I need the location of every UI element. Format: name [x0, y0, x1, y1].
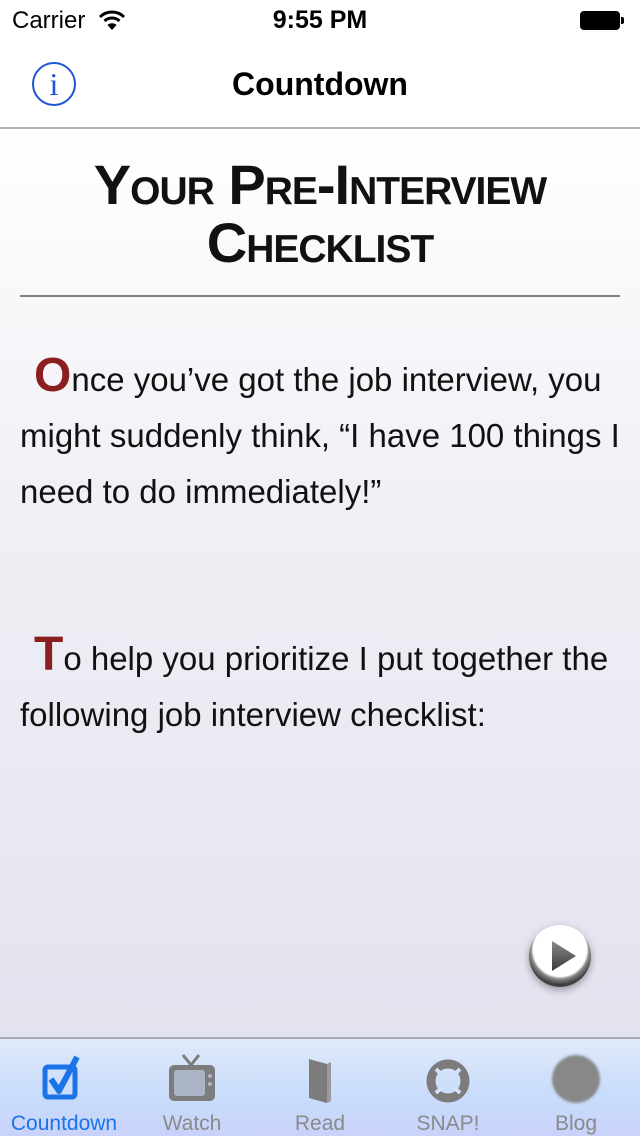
status-bar: Carrier 9:55 PM [0, 0, 640, 40]
content-area[interactable]: Your Pre-Interview Checklist Once you’ve… [0, 130, 640, 1037]
tab-blog[interactable]: Blog [512, 1039, 640, 1136]
battery-full-icon [580, 11, 624, 30]
tab-read[interactable]: Read [256, 1039, 384, 1136]
tab-label: Watch [162, 1112, 222, 1135]
play-button[interactable] [529, 925, 591, 987]
nav-title: Countdown [232, 66, 408, 102]
tab-watch[interactable]: Watch [128, 1039, 256, 1136]
tab-label: Countdown [10, 1112, 118, 1135]
heading-line-2: Checklist [206, 211, 434, 274]
heading-divider [20, 295, 620, 297]
page-heading: Your Pre-Interview Checklist [0, 156, 640, 272]
book-icon [295, 1051, 345, 1107]
checkbox-checked-icon [39, 1051, 89, 1107]
paragraph-text: o help you prioritize I put together the… [20, 640, 609, 733]
intro-paragraph: Once you’ve got the job interview, you m… [20, 348, 620, 520]
status-time: 9:55 PM [272, 6, 368, 34]
tab-label: SNAP! [416, 1112, 480, 1135]
lifebuoy-icon [423, 1051, 473, 1107]
play-icon [552, 941, 576, 971]
dropcap-letter: T [34, 628, 64, 681]
heading-line-1: Your Pre-Interview [93, 153, 547, 216]
tab-snap[interactable]: SNAP! [384, 1039, 512, 1136]
checklist-intro-paragraph: To help you prioritize I put together th… [20, 627, 620, 743]
tv-icon [167, 1051, 217, 1107]
tab-bar: Countdown Watch Read SNAP! Blog [0, 1037, 640, 1136]
tab-label: Blog [554, 1112, 598, 1135]
tab-label: Read [294, 1112, 346, 1135]
dropcap-letter: O [34, 349, 72, 402]
paragraph-text: nce you’ve got the job interview, you mi… [20, 361, 620, 510]
blog-circle-icon [551, 1051, 601, 1107]
navigation-bar: i Countdown [0, 40, 640, 129]
tab-countdown[interactable]: Countdown [0, 1039, 128, 1136]
